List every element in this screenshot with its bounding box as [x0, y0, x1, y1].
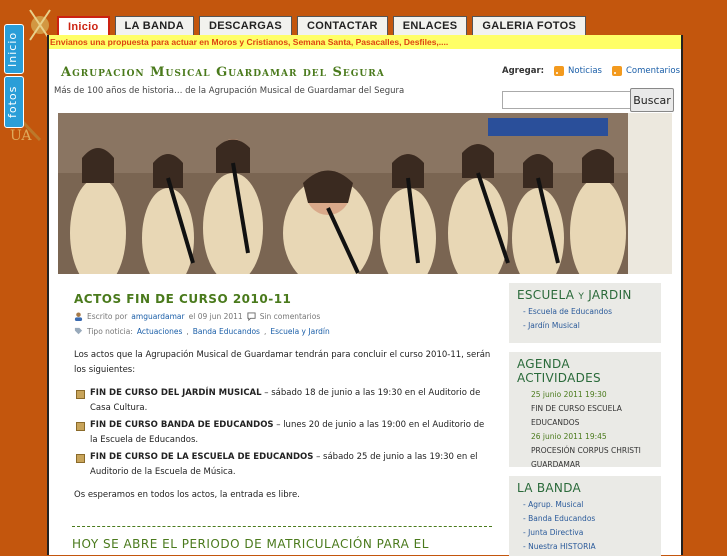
category-link-actuaciones[interactable]: Actuaciones	[137, 327, 182, 336]
tab-la-banda[interactable]: LA BANDA	[114, 16, 194, 35]
author-icon	[74, 312, 83, 321]
list-item: FIN DE CURSO BANDA DE EDUCANDOS – lunes …	[74, 418, 494, 448]
sidebar-link-agrup-musical[interactable]: Agrup. Musical	[509, 498, 661, 512]
next-post-title[interactable]: HOY SE ABRE EL PERIODO DE MATRICULACIÓN …	[72, 537, 429, 551]
post-article: ACTOS FIN DE CURSO 2010-11 Escrito por a…	[74, 292, 494, 503]
categories-prefix: Tipo noticia:	[87, 327, 133, 336]
header-banner-photo	[58, 113, 672, 274]
site-description: Más de 100 años de historia… de la Agrup…	[54, 86, 405, 96]
sidebar-link-escuela-educandos[interactable]: Escuela de Educandos	[509, 305, 661, 319]
tab-descargas[interactable]: DESCARGAS	[198, 16, 292, 35]
post-divider	[72, 526, 492, 527]
comments-link[interactable]: Sin comentarios	[260, 312, 321, 321]
tab-contactar[interactable]: CONTACTAR	[296, 16, 388, 35]
sidebar-link-jardin-musical[interactable]: Jardín Musical	[509, 319, 661, 333]
post-date: el 09 jun 2011	[188, 312, 243, 321]
event-link[interactable]: FIN DE CURSO ESCUELA EDUCANDOS	[509, 402, 661, 430]
sidebar-link-historia[interactable]: Nuestra HISTORIA	[509, 540, 661, 554]
post-meta: Escrito por amguardamar el 09 jun 2011 S…	[74, 312, 494, 321]
post-intro: Los actos que la Agrupación Musical de G…	[74, 350, 491, 375]
list-item: FIN DE CURSO DEL JARDÍN MUSICAL – sábado…	[74, 386, 494, 416]
widget-title: ESCUELA Y JARDIN	[517, 288, 632, 302]
event-date: 26 junio 2011 19:45	[531, 432, 607, 441]
rss-icon	[554, 66, 565, 76]
widget-title: AGENDA ACTIVIDADES	[517, 357, 601, 385]
list-item: FIN DE CURSO DE LA ESCUELA DE EDUCANDOS …	[74, 450, 494, 480]
side-tab-inicio[interactable]: Inicio	[4, 24, 24, 74]
tab-enlaces[interactable]: ENLACES	[392, 16, 468, 35]
tag-icon	[74, 327, 83, 335]
event-link[interactable]: PROCESIÓN CORPUS CHRISTI GUARDAMAR	[509, 444, 661, 472]
event-date: 25 junio 2011 19:30	[531, 390, 607, 399]
widget-agenda: AGENDA ACTIVIDADES 25 junio 2011 19:30 F…	[509, 352, 661, 469]
event-list: FIN DE CURSO DEL JARDÍN MUSICAL – sábado…	[74, 386, 494, 480]
search-input[interactable]	[502, 91, 631, 109]
widget-title: LA BANDA	[517, 481, 582, 495]
tab-galeria-fotos[interactable]: GALERIA FOTOS	[472, 16, 587, 35]
category-link-banda-educandos[interactable]: Banda Educandos	[193, 327, 260, 336]
announcement-ticker[interactable]: Envianos una propuesta para actuar en Mo…	[49, 35, 681, 49]
post-body: Los actos que la Agrupación Musical de G…	[74, 348, 494, 503]
svg-text:UA: UA	[10, 128, 32, 144]
category-link-escuela-jardin[interactable]: Escuela y Jardín	[270, 327, 329, 336]
comment-icon	[247, 312, 256, 321]
tab-inicio[interactable]: Inicio	[57, 16, 110, 36]
feed-news-link[interactable]: Noticias	[568, 66, 602, 76]
post-title[interactable]: ACTOS FIN DE CURSO 2010-11	[74, 292, 494, 306]
top-nav: Inicio LA BANDA DESCARGAS CONTACTAR ENLA…	[57, 16, 587, 36]
subscribe-label: Agregar:	[502, 66, 545, 76]
search-button[interactable]: Buscar	[630, 88, 674, 112]
subscribe-bar: Agregar: Noticias Comentarios	[502, 66, 686, 76]
feed-comments-link[interactable]: Comentarios	[626, 66, 680, 76]
post-categories: Tipo noticia: Actuaciones, Banda Educand…	[74, 327, 494, 336]
side-tab-fotos[interactable]: fotos	[4, 76, 24, 128]
sidebar-link-junta-directiva[interactable]: Junta Directiva	[509, 526, 661, 540]
site-title[interactable]: Agrupacion Musical Guardamar del Segura	[61, 65, 385, 80]
rss-icon	[611, 66, 622, 76]
author-link[interactable]: amguardamar	[131, 312, 184, 321]
author-prefix: Escrito por	[87, 312, 128, 321]
sidebar-link-banda-educandos[interactable]: Banda Educandos	[509, 512, 661, 526]
post-outro: Os esperamos en todos los actos, la entr…	[74, 490, 300, 500]
widget-la-banda: LA BANDA Agrup. Musical Banda Educandos …	[509, 476, 661, 556]
widget-escuela-jardin: ESCUELA Y JARDIN Escuela de Educandos Ja…	[509, 283, 661, 343]
